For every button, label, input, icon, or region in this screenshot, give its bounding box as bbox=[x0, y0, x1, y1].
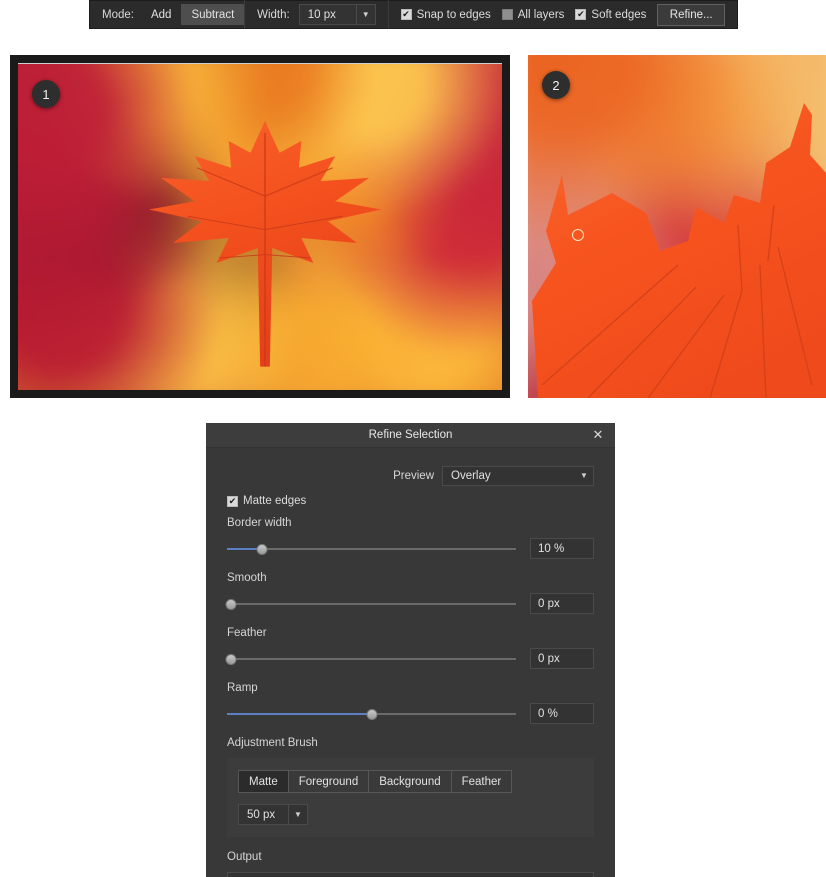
image-panel-1[interactable]: 1 bbox=[10, 55, 510, 398]
app-root: Mode: Add Subtract Width: 10 px ▼ ✔ Snap… bbox=[0, 0, 826, 877]
smooth-slider-row: 0 px bbox=[225, 593, 594, 614]
smooth-label: Smooth bbox=[227, 572, 267, 584]
preview-value: Overlay bbox=[451, 470, 491, 482]
image-canvas-1[interactable]: 1 bbox=[18, 63, 502, 390]
slider-knob[interactable] bbox=[225, 598, 237, 610]
slider-track bbox=[227, 657, 516, 660]
mode-segmented-control: Add Subtract bbox=[141, 4, 245, 25]
feather-label: Feather bbox=[227, 627, 267, 639]
brush-size-dropdown[interactable]: 50 px ▼ bbox=[238, 804, 308, 825]
brush-mode-feather[interactable]: Feather bbox=[452, 771, 512, 792]
slider-knob[interactable] bbox=[256, 543, 268, 555]
brush-mode-background[interactable]: Background bbox=[369, 771, 452, 792]
preview-row: Preview Overlay ▼ bbox=[227, 466, 594, 486]
toolbar-checkbox-group: ✔ Snap to edges All layers ✔ Soft edges bbox=[400, 8, 658, 21]
mode-add-button[interactable]: Add bbox=[141, 4, 181, 25]
adjustment-brush-group: Matte Foreground Background Feather 50 p… bbox=[227, 758, 594, 837]
brush-cursor-icon bbox=[572, 229, 584, 241]
border-width-label: Border width bbox=[227, 517, 292, 529]
maple-leaf-edge-shape bbox=[532, 103, 826, 398]
chevron-down-icon: ▼ bbox=[294, 809, 302, 819]
feather-slider-row: 0 px bbox=[225, 648, 594, 669]
ramp-value[interactable]: 0 % bbox=[530, 703, 594, 724]
width-dropdown[interactable]: 10 px ▼ bbox=[298, 4, 376, 25]
ramp-label: Ramp bbox=[227, 682, 258, 694]
chevron-down-icon: ▼ bbox=[580, 471, 588, 480]
slider-fill bbox=[227, 712, 372, 715]
chevron-down-icon: ▼ bbox=[361, 9, 370, 19]
dialog-title: Refine Selection bbox=[368, 429, 453, 441]
output-label: Output bbox=[227, 851, 262, 863]
image-panel-2[interactable]: 2 bbox=[528, 55, 826, 398]
feather-slider[interactable] bbox=[225, 652, 516, 666]
toolbar-divider-2 bbox=[387, 0, 389, 29]
dialog-body: Preview Overlay ▼ ✔ Matte edges Border w… bbox=[206, 448, 615, 877]
ramp-slider-row: 0 % bbox=[227, 703, 594, 724]
refine-button[interactable]: Refine... bbox=[657, 3, 726, 26]
slider-knob[interactable] bbox=[225, 653, 237, 665]
feather-value[interactable]: 0 px bbox=[530, 648, 594, 669]
mode-subtract-button[interactable]: Subtract bbox=[181, 4, 245, 25]
checkbox-empty-icon bbox=[501, 9, 513, 20]
dialog-titlebar[interactable]: Refine Selection ✕ bbox=[206, 423, 615, 448]
step-badge-1: 1 bbox=[32, 80, 60, 108]
selection-tool-options-bar: Mode: Add Subtract Width: 10 px ▼ ✔ Snap… bbox=[89, 0, 738, 29]
ramp-slider[interactable] bbox=[227, 707, 516, 721]
slider-track bbox=[227, 547, 516, 550]
checkmark-icon: ✔ bbox=[227, 495, 238, 507]
checkmark-icon: ✔ bbox=[575, 9, 587, 20]
preview-label: Preview bbox=[393, 470, 434, 482]
brush-mode-matte[interactable]: Matte bbox=[239, 771, 289, 792]
mode-label: Mode: bbox=[102, 8, 134, 21]
brush-mode-segmented-control: Matte Foreground Background Feather bbox=[238, 770, 513, 793]
slider-track bbox=[227, 602, 516, 605]
border-width-value[interactable]: 10 % bbox=[530, 538, 594, 559]
refine-selection-dialog: Refine Selection ✕ Preview Overlay ▼ ✔ M… bbox=[206, 423, 615, 877]
checkmark-icon: ✔ bbox=[400, 9, 412, 20]
soft-edges-checkbox[interactable]: ✔ Soft edges bbox=[575, 9, 646, 21]
smooth-value[interactable]: 0 px bbox=[530, 593, 594, 614]
step-badge-2: 2 bbox=[542, 71, 570, 99]
preview-dropdown[interactable]: Overlay ▼ bbox=[442, 466, 594, 486]
snap-to-edges-label: Snap to edges bbox=[416, 8, 491, 21]
all-layers-checkbox[interactable]: All layers bbox=[501, 8, 565, 21]
border-width-slider[interactable] bbox=[227, 542, 516, 556]
snap-to-edges-checkbox[interactable]: ✔ Snap to edges bbox=[400, 8, 491, 21]
close-icon[interactable]: ✕ bbox=[587, 423, 609, 447]
matte-edges-checkbox[interactable]: ✔ Matte edges bbox=[227, 495, 594, 507]
border-width-slider-row: 10 % bbox=[227, 538, 594, 559]
smooth-slider[interactable] bbox=[225, 597, 516, 611]
output-dropdown[interactable]: Selection ▼ bbox=[227, 872, 594, 877]
brush-size-value: 50 px bbox=[247, 808, 276, 821]
adjustment-brush-label: Adjustment Brush bbox=[227, 737, 318, 749]
maple-leaf-shape bbox=[148, 121, 381, 367]
width-label: Width: bbox=[257, 8, 290, 21]
soft-edges-label: Soft edges bbox=[591, 8, 647, 21]
slider-knob[interactable] bbox=[366, 708, 377, 720]
matte-edges-label: Matte edges bbox=[243, 495, 307, 507]
width-value: 10 px bbox=[307, 8, 336, 21]
all-layers-label: All layers bbox=[517, 8, 565, 21]
brush-mode-foreground[interactable]: Foreground bbox=[289, 771, 370, 792]
